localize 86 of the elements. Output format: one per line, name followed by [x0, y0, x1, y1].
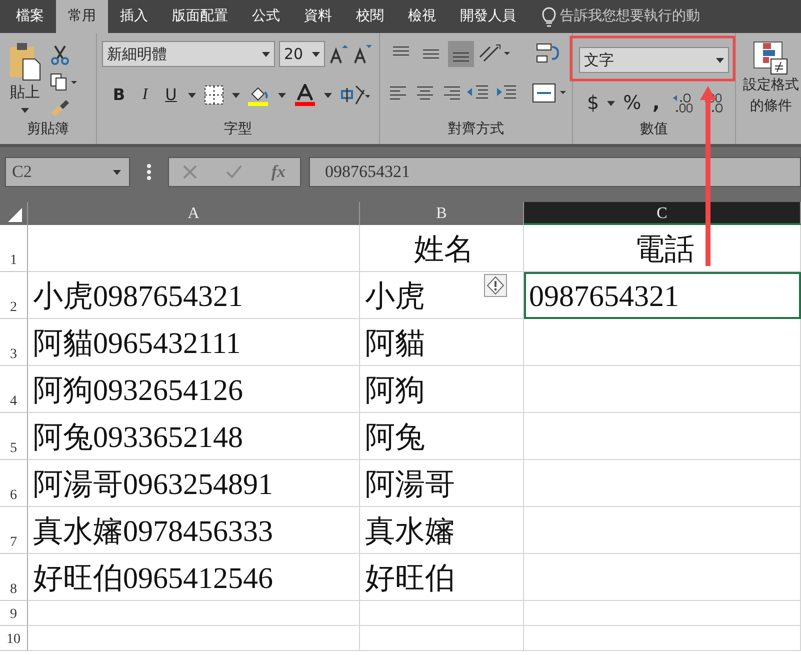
table-cell: 姓名	[360, 225, 524, 272]
search-field[interactable]: 告訴我您想要執行的動	[560, 6, 700, 27]
conditional-format-label[interactable]: 設定格式	[743, 75, 799, 96]
copy-icon[interactable]	[50, 73, 78, 91]
brush-icon[interactable]	[50, 99, 70, 117]
table-cell: 阿狗	[360, 366, 524, 413]
table-cell: 電話	[524, 225, 801, 272]
ribbon-tab[interactable]: 插入	[108, 0, 160, 33]
table-cell: 阿湯哥0963254891	[28, 460, 360, 507]
caret-icon[interactable]	[324, 92, 332, 98]
ribbon-tab[interactable]: 常用	[56, 0, 108, 33]
more-icon[interactable]	[146, 164, 152, 180]
table-cell: 真水嬸0978456333	[28, 507, 360, 554]
column-header[interactable]: C	[524, 202, 801, 225]
wrap-text-icon[interactable]	[536, 43, 560, 65]
ribbon-tab[interactable]: 開發人員	[448, 0, 528, 33]
table-cell: 真水嬸	[360, 507, 524, 554]
italic-button[interactable]: I	[136, 83, 154, 107]
table-cell: 好旺伯0965412546	[28, 554, 360, 601]
caret-icon[interactable]	[232, 92, 240, 98]
group-label: 數值	[639, 120, 669, 139]
number-format-field[interactable]: 文字	[579, 47, 729, 73]
row-header[interactable]: 1	[0, 225, 28, 272]
conditional-format-label[interactable]: 的條件	[750, 96, 792, 117]
row-header[interactable]: 7	[0, 507, 28, 554]
group-label: 剪貼簿	[26, 120, 70, 139]
table-cell: 阿湯哥	[360, 460, 524, 507]
align-bottom-icon[interactable]	[448, 41, 474, 67]
row-header[interactable]: 5	[0, 413, 28, 460]
caret-icon[interactable]	[262, 52, 270, 56]
row-header[interactable]: 8	[0, 554, 28, 601]
table-cell: 好旺伯	[360, 554, 524, 601]
row-header[interactable]: 6	[0, 460, 28, 507]
currency-button[interactable]: $	[587, 89, 600, 118]
comma-button[interactable]: ,	[649, 89, 664, 118]
ribbon-tab[interactable]: 版面配置	[160, 0, 240, 33]
table-cell: 阿狗0932654126	[28, 366, 360, 413]
caret-icon[interactable]	[607, 100, 616, 106]
paste-label[interactable]: 貼上	[10, 81, 40, 104]
group-label: 對齊方式	[447, 120, 505, 139]
caret-icon[interactable]	[312, 52, 320, 56]
formula-field[interactable]: 0987654321	[309, 157, 801, 187]
row-header[interactable]: 10	[0, 626, 28, 651]
table-cell: 阿兔	[360, 413, 524, 460]
caret-icon[interactable]	[716, 58, 724, 62]
table-cell: 阿貓	[360, 319, 524, 366]
table-cell: 小虎	[360, 272, 524, 319]
lightbulb-icon[interactable]	[542, 6, 556, 26]
column-header[interactable]: B	[360, 202, 524, 225]
selected-cell[interactable]: 0987654321	[524, 272, 801, 319]
ribbon-tab[interactable]: 校閱	[344, 0, 396, 33]
group-label: 字型	[223, 120, 253, 139]
scissors-icon[interactable]	[50, 45, 70, 65]
name-box[interactable]: C2	[5, 157, 130, 187]
caret-icon[interactable]	[188, 92, 196, 98]
row-header[interactable]: 4	[0, 366, 28, 413]
ribbon-tab[interactable]: 資料	[292, 0, 344, 33]
table-cell: 阿貓0965432111	[28, 319, 360, 366]
border-icon[interactable]	[204, 85, 224, 105]
conditional-format-icon[interactable]	[753, 41, 789, 75]
font-size-field[interactable]: 20	[279, 41, 325, 67]
merge-cells-icon[interactable]	[532, 83, 568, 103]
bold-button[interactable]: B	[110, 83, 128, 107]
caret-icon[interactable]	[113, 170, 121, 174]
warning-icon[interactable]	[484, 274, 507, 297]
ribbon-tab[interactable]: 檢視	[396, 0, 448, 33]
percent-button[interactable]: %	[623, 89, 642, 118]
column-header[interactable]: A	[28, 202, 360, 225]
row-header[interactable]: 9	[0, 601, 28, 626]
phonetic-icon[interactable]	[340, 84, 370, 106]
align-center-icon[interactable]	[414, 84, 436, 102]
row-header[interactable]: 2	[0, 272, 28, 319]
ribbon-tab[interactable]: 檔案	[4, 0, 56, 33]
font-color-icon[interactable]	[294, 84, 316, 106]
shrink-font-icon[interactable]	[353, 44, 373, 64]
underline-button[interactable]: U	[162, 83, 180, 107]
caret-icon[interactable]	[278, 92, 286, 98]
grow-font-icon[interactable]	[329, 44, 349, 64]
row-header[interactable]: 3	[0, 319, 28, 366]
font-name-field[interactable]: 新細明體	[102, 41, 275, 67]
table-cell: 小虎0987654321	[28, 272, 360, 319]
paste-icon[interactable]	[9, 41, 41, 81]
increase-decimal-icon[interactable]	[671, 92, 696, 114]
ribbon-tab[interactable]: 公式	[240, 0, 292, 33]
caret-icon[interactable]	[21, 108, 29, 112]
table-cell: 阿兔0933652148	[28, 413, 360, 460]
